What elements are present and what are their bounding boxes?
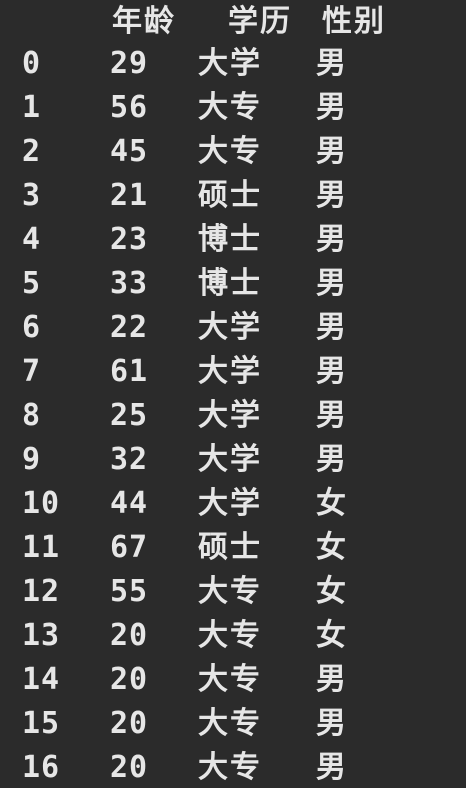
row-index: 13 xyxy=(22,618,61,653)
row-index: 2 xyxy=(22,134,42,169)
cell-education: 大专 xyxy=(198,134,262,169)
cell-education: 大学 xyxy=(198,354,262,389)
row-index: 1 xyxy=(22,90,42,125)
cell-education: 大专 xyxy=(198,90,262,125)
cell-age: 67 xyxy=(110,530,149,565)
row-index: 7 xyxy=(22,354,42,389)
cell-age: 55 xyxy=(110,574,149,609)
row-index: 3 xyxy=(22,178,42,213)
cell-age: 23 xyxy=(110,222,149,257)
cell-age: 25 xyxy=(110,398,149,433)
table-row: 0 29 大学 男 xyxy=(0,42,466,86)
row-index: 6 xyxy=(22,310,42,345)
row-index: 14 xyxy=(22,662,61,697)
table-row: 11 67 硕士 女 xyxy=(0,526,466,570)
cell-education: 大学 xyxy=(198,486,262,521)
row-index: 11 xyxy=(22,530,61,565)
cell-gender: 男 xyxy=(316,90,346,125)
cell-age: 20 xyxy=(110,662,149,697)
cell-education: 博士 xyxy=(198,222,262,257)
cell-gender: 男 xyxy=(316,398,346,433)
cell-education: 大学 xyxy=(198,46,262,81)
cell-education: 大专 xyxy=(198,706,262,741)
table-row: 16 20 大专 男 xyxy=(0,746,466,788)
cell-education: 大专 xyxy=(198,618,262,653)
row-index: 5 xyxy=(22,266,42,301)
cell-age: 33 xyxy=(110,266,149,301)
cell-gender: 女 xyxy=(316,618,346,653)
cell-gender: 男 xyxy=(316,662,346,697)
row-index: 0 xyxy=(22,46,42,81)
cell-age: 20 xyxy=(110,618,149,653)
cell-education: 大学 xyxy=(198,310,262,345)
row-index: 12 xyxy=(22,574,61,609)
cell-age: 44 xyxy=(110,486,149,521)
cell-age: 56 xyxy=(110,90,149,125)
cell-gender: 男 xyxy=(316,222,346,257)
dataframe-output: 年龄 学历 性别 0 29 大学男 1 56 大专男 2 45 大专男 3 21 硕士男 4 23 博士男 5… xyxy=(0,0,466,788)
cell-gender: 男 xyxy=(316,706,346,741)
cell-age: 45 xyxy=(110,134,149,169)
table-row: 3 21 硕士 男 xyxy=(0,174,466,218)
cell-age: 32 xyxy=(110,442,149,477)
cell-age: 22 xyxy=(110,310,149,345)
table-row: 12 55 大专 女 xyxy=(0,570,466,614)
table-row: 8 25 大学 男 xyxy=(0,394,466,438)
table-row: 6 22 大学 男 xyxy=(0,306,466,350)
cell-gender: 男 xyxy=(316,750,346,785)
table-row: 7 61 大学 男 xyxy=(0,350,466,394)
cell-gender: 女 xyxy=(316,530,346,565)
cell-education: 大专 xyxy=(198,574,262,609)
table-row: 5 33 博士 男 xyxy=(0,262,466,306)
cell-gender: 男 xyxy=(316,134,346,169)
header-row: 年龄 学历 性别 xyxy=(0,0,466,44)
table-row: 14 20 大专 男 xyxy=(0,658,466,702)
cell-gender: 男 xyxy=(316,266,346,301)
cell-education: 大学 xyxy=(198,398,262,433)
cell-gender: 男 xyxy=(316,354,346,389)
cell-education: 硕士 xyxy=(198,178,262,213)
cell-gender: 男 xyxy=(316,178,346,213)
cell-education: 硕士 xyxy=(198,530,262,565)
cell-gender: 男 xyxy=(316,442,346,477)
row-index: 9 xyxy=(22,442,42,477)
cell-age: 20 xyxy=(110,706,149,741)
row-index: 15 xyxy=(22,706,61,741)
cell-education: 大学 xyxy=(198,442,262,477)
table-row: 15 20 大专 男 xyxy=(0,702,466,746)
table-row: 10 44 大学 女 xyxy=(0,482,466,526)
cell-gender: 女 xyxy=(316,486,346,521)
cell-education: 博士 xyxy=(198,266,262,301)
cell-age: 21 xyxy=(110,178,149,213)
table-row: 4 23 博士 男 xyxy=(0,218,466,262)
row-index: 16 xyxy=(22,750,61,785)
cell-gender: 女 xyxy=(316,574,346,609)
cell-age: 20 xyxy=(110,750,149,785)
cell-education: 大专 xyxy=(198,662,262,697)
cell-gender: 男 xyxy=(316,310,346,345)
cell-age: 29 xyxy=(110,46,149,81)
table-row: 9 32 大学 男 xyxy=(0,438,466,482)
cell-age: 61 xyxy=(110,354,149,389)
column-header-gender: 性别 xyxy=(322,4,386,39)
table-row: 1 56 大专 男 xyxy=(0,86,466,130)
cell-education: 大专 xyxy=(198,750,262,785)
row-index: 4 xyxy=(22,222,42,257)
column-header-education: 学历 xyxy=(228,4,292,39)
column-header-age: 年龄 xyxy=(112,4,176,39)
table-row: 13 20 大专 女 xyxy=(0,614,466,658)
cell-gender: 男 xyxy=(316,46,346,81)
row-index: 8 xyxy=(22,398,42,433)
table-row: 2 45 大专 男 xyxy=(0,130,466,174)
row-index: 10 xyxy=(22,486,61,521)
